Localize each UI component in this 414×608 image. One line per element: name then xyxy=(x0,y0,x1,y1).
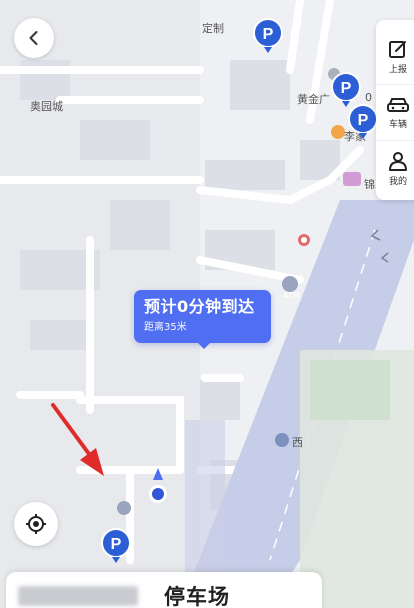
map-label-xi: 西 xyxy=(292,436,303,449)
parking-pin[interactable]: P xyxy=(253,18,283,54)
parking-glyph: P xyxy=(263,26,274,43)
chevron-left-icon xyxy=(29,31,38,45)
eta-bubble[interactable]: 预计0分钟到达 距离35米 xyxy=(134,290,271,349)
parking-pin[interactable]: P xyxy=(348,104,378,140)
map-label-jin: 锦 xyxy=(364,178,375,191)
map-label-huangjin: 黄金广 xyxy=(297,93,330,106)
parking-glyph: P xyxy=(358,112,369,129)
side-item-label: 上报 xyxy=(388,64,407,75)
side-item-vehicle[interactable]: 车辆 xyxy=(376,84,414,140)
side-panel: 上报 车辆 我的 xyxy=(376,20,414,200)
map-green-area xyxy=(310,360,390,420)
eta-title: 预计0分钟到达 xyxy=(144,297,255,316)
parking-pin-selected[interactable]: P xyxy=(101,528,131,564)
side-item-profile[interactable]: 我的 xyxy=(376,140,414,196)
parking-glyph: P xyxy=(341,80,352,97)
locate-button[interactable] xyxy=(14,502,58,546)
parking-card-title: 停车场 xyxy=(164,585,230,608)
eta-distance: 距离35米 xyxy=(144,322,187,333)
car-icon xyxy=(387,98,409,112)
parking-info-card[interactable]: 停车场 xyxy=(6,572,322,608)
back-button[interactable] xyxy=(14,18,54,58)
map-label-custom: 定制 xyxy=(202,22,224,35)
side-item-label: 我的 xyxy=(388,177,407,187)
report-edit-icon xyxy=(389,40,406,58)
map-label-huangjin-suffix: 0 xyxy=(365,91,372,104)
side-item-label: 车辆 xyxy=(388,120,407,130)
side-item-report[interactable]: 上报 xyxy=(376,28,414,84)
locate-target-icon xyxy=(26,514,46,534)
parking-pin[interactable]: P xyxy=(331,72,361,108)
parking-name-redacted xyxy=(18,586,138,606)
map-label-aoyuan: 奥园城 xyxy=(30,100,63,113)
parking-glyph: P xyxy=(111,536,122,553)
atm-label: ATM xyxy=(283,291,300,300)
user-icon xyxy=(389,152,407,171)
